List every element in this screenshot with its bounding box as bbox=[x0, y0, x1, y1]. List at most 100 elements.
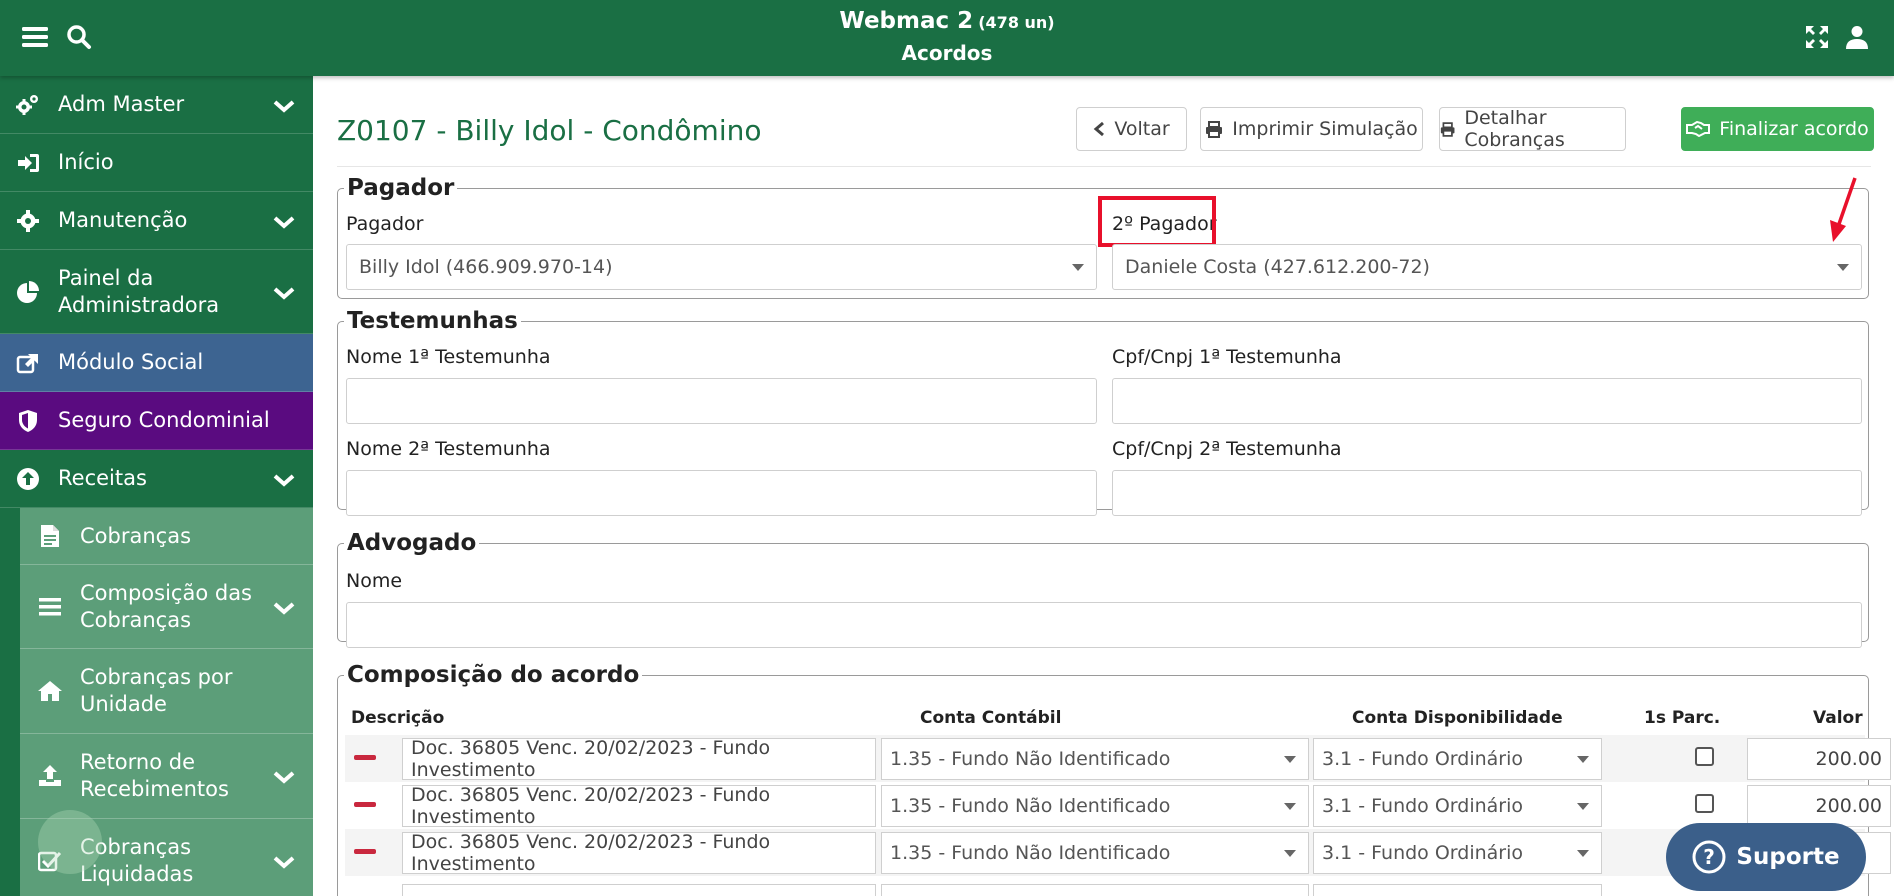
pagador-label: Pagador bbox=[346, 213, 424, 235]
conta-contabil-select[interactable]: 1.35 - Fundo Não Identificado bbox=[881, 832, 1309, 874]
svg-text:?: ? bbox=[1704, 845, 1716, 869]
conta-disponibilidade-select[interactable]: 3.1 - Fundo Ordinário bbox=[1313, 832, 1602, 874]
sidebar-item-label: Receitas bbox=[58, 466, 147, 490]
chevron-down-icon bbox=[273, 767, 295, 791]
cpf-testemunha-2-input[interactable] bbox=[1112, 470, 1862, 516]
conta-disponibilidade-value: 3.1 - Fundo Ordinário bbox=[1322, 842, 1524, 864]
sidebar-item-label: Início bbox=[58, 150, 114, 174]
sidebar-item-modulo-social[interactable]: Módulo Social bbox=[0, 334, 313, 392]
sidebar-item-cobrancas[interactable]: Cobranças bbox=[20, 508, 313, 565]
sidebar-item-painel-administradora[interactable]: Painel da Administradora bbox=[0, 250, 313, 334]
unit-count: (478 un) bbox=[978, 13, 1055, 32]
app-name: Webmac 2 bbox=[839, 8, 974, 34]
nome-testemunha-2-input[interactable] bbox=[346, 470, 1097, 516]
sidebar-item-manutencao[interactable]: Manutenção bbox=[0, 192, 313, 250]
conta-contabil-select[interactable] bbox=[881, 884, 1309, 896]
sidebar-item-cobrancas-unidade[interactable]: Cobranças por Unidade bbox=[20, 649, 313, 734]
nome-testemunha-1-input[interactable] bbox=[346, 378, 1097, 424]
gears-icon bbox=[14, 93, 42, 117]
gear-icon bbox=[14, 209, 42, 233]
upload-icon bbox=[36, 765, 64, 787]
chevron-down-icon bbox=[273, 283, 295, 307]
sidebar-item-receitas[interactable]: Receitas bbox=[0, 450, 313, 508]
sidebar-item-retorno-recebimentos[interactable]: Retorno de Recebimentos bbox=[20, 734, 313, 819]
conta-contabil-value: 1.35 - Fundo Não Identificado bbox=[890, 748, 1171, 770]
sidebar-item-label: Cobranças Liquidadas bbox=[80, 835, 194, 886]
sidebar-item-seguro-condominial[interactable]: Seguro Condominial bbox=[0, 392, 313, 450]
advogado-nome-input[interactable] bbox=[346, 602, 1862, 648]
sidebar-item-label: Cobranças bbox=[80, 523, 192, 548]
header-title: Webmac 2 (478 un) Acordos bbox=[0, 6, 1894, 68]
caret-down-icon bbox=[1284, 850, 1296, 857]
conta-disponibilidade-select[interactable]: 3.1 - Fundo Ordinário bbox=[1313, 738, 1602, 780]
sidebar-item-label: Módulo Social bbox=[58, 350, 204, 374]
chevron-down-icon bbox=[273, 598, 295, 622]
cpf-testemunha-2-label: Cpf/Cnpj 2ª Testemunha bbox=[1112, 438, 1342, 460]
home-icon bbox=[36, 680, 64, 702]
expand-icon[interactable] bbox=[1800, 20, 1834, 54]
printer-icon bbox=[1440, 121, 1455, 137]
conta-disponibilidade-select[interactable] bbox=[1313, 884, 1602, 896]
sidebar-item-label: Painel da Administradora bbox=[58, 265, 220, 317]
conta-disponibilidade-select[interactable]: 3.1 - Fundo Ordinário bbox=[1313, 785, 1602, 827]
caret-down-icon bbox=[1577, 756, 1589, 763]
remove-row-button[interactable] bbox=[354, 755, 376, 760]
chevron-left-icon bbox=[1094, 121, 1105, 137]
conta-disponibilidade-value: 3.1 - Fundo Ordinário bbox=[1322, 795, 1524, 817]
chevron-down-icon bbox=[273, 96, 295, 120]
sidebar-item-label: Manutenção bbox=[58, 208, 188, 232]
sidebar-item-adm-master[interactable]: Adm Master bbox=[0, 76, 313, 134]
conta-contabil-select[interactable]: 1.35 - Fundo Não Identificado bbox=[881, 738, 1309, 780]
table-row bbox=[345, 876, 1865, 896]
descricao-input[interactable]: Doc. 36805 Venc. 20/02/2023 - Fundo Inve… bbox=[402, 737, 876, 781]
segundo-pagador-select[interactable]: Daniele Costa (427.612.200-72) bbox=[1112, 244, 1862, 290]
printer-icon bbox=[1206, 120, 1223, 138]
sidebar-item-inicio[interactable]: Início bbox=[0, 134, 313, 192]
segundo-pagador-value: Daniele Costa (427.612.200-72) bbox=[1125, 256, 1430, 278]
testemunhas-legend: Testemunhas bbox=[347, 308, 518, 334]
conta-contabil-value: 1.35 - Fundo Não Identificado bbox=[890, 842, 1171, 864]
cpf-testemunha-1-input[interactable] bbox=[1112, 378, 1862, 424]
composicao-legend: Composição do acordo bbox=[347, 662, 640, 688]
valor-input[interactable]: 200.00 bbox=[1747, 738, 1891, 780]
page-name: Acordos bbox=[901, 41, 993, 65]
remove-row-button[interactable] bbox=[354, 849, 376, 854]
sidebar-item-label: Retorno de Recebimentos bbox=[80, 750, 229, 801]
nome-testemunha-1-label: Nome 1ª Testemunha bbox=[346, 346, 551, 368]
annotation-arrow-icon bbox=[1830, 177, 1857, 242]
table-header-descricao: Descrição bbox=[351, 708, 445, 728]
finalizar-label: Finalizar acordo bbox=[1719, 118, 1869, 140]
finalizar-acordo-button[interactable]: Finalizar acordo bbox=[1681, 107, 1874, 151]
voltar-button[interactable]: Voltar bbox=[1076, 107, 1187, 151]
suporte-button[interactable]: ? Suporte bbox=[1666, 823, 1866, 891]
list-icon bbox=[36, 597, 64, 617]
shield-icon bbox=[14, 409, 42, 433]
pagador-select[interactable]: Billy Idol (466.909.970-14) bbox=[346, 244, 1097, 290]
descricao-input[interactable]: Doc. 36805 Venc. 20/02/2023 - Fundo Inve… bbox=[402, 831, 876, 875]
caret-down-icon bbox=[1837, 264, 1849, 271]
chevron-down-icon bbox=[273, 852, 295, 876]
sidebar-item-label: Composição das Cobranças bbox=[80, 580, 252, 632]
divider bbox=[337, 166, 1871, 167]
primeira-parcela-checkbox[interactable] bbox=[1695, 794, 1714, 813]
remove-row-button[interactable] bbox=[354, 802, 376, 807]
descricao-input[interactable]: Doc. 36805 Venc. 20/02/2023 - Fundo Inve… bbox=[402, 784, 876, 828]
user-icon[interactable] bbox=[1840, 20, 1874, 54]
detalhar-cobrancas-button[interactable]: Detalhar Cobranças bbox=[1439, 107, 1626, 151]
overlay-logo-icon bbox=[38, 810, 102, 874]
sidebar: Adm Master Início Manutenção Painel da A… bbox=[0, 76, 313, 896]
primeira-parcela-checkbox[interactable] bbox=[1695, 747, 1714, 766]
conta-contabil-select[interactable]: 1.35 - Fundo Não Identificado bbox=[881, 785, 1309, 827]
valor-input[interactable]: 200.00 bbox=[1747, 785, 1891, 827]
sidebar-item-label: Seguro Condominial bbox=[58, 408, 270, 432]
imprimir-simulacao-button[interactable]: Imprimir Simulação bbox=[1200, 107, 1423, 151]
pie-chart-icon bbox=[14, 280, 42, 304]
imprimir-label: Imprimir Simulação bbox=[1232, 118, 1418, 140]
cpf-testemunha-1-label: Cpf/Cnpj 1ª Testemunha bbox=[1112, 346, 1342, 368]
suporte-label: Suporte bbox=[1736, 844, 1840, 870]
caret-down-icon bbox=[1284, 803, 1296, 810]
sidebar-item-composicao-cobrancas[interactable]: Composição das Cobranças bbox=[20, 565, 313, 649]
caret-down-icon bbox=[1284, 756, 1296, 763]
descricao-input[interactable] bbox=[402, 884, 876, 896]
external-link-icon bbox=[14, 352, 42, 374]
